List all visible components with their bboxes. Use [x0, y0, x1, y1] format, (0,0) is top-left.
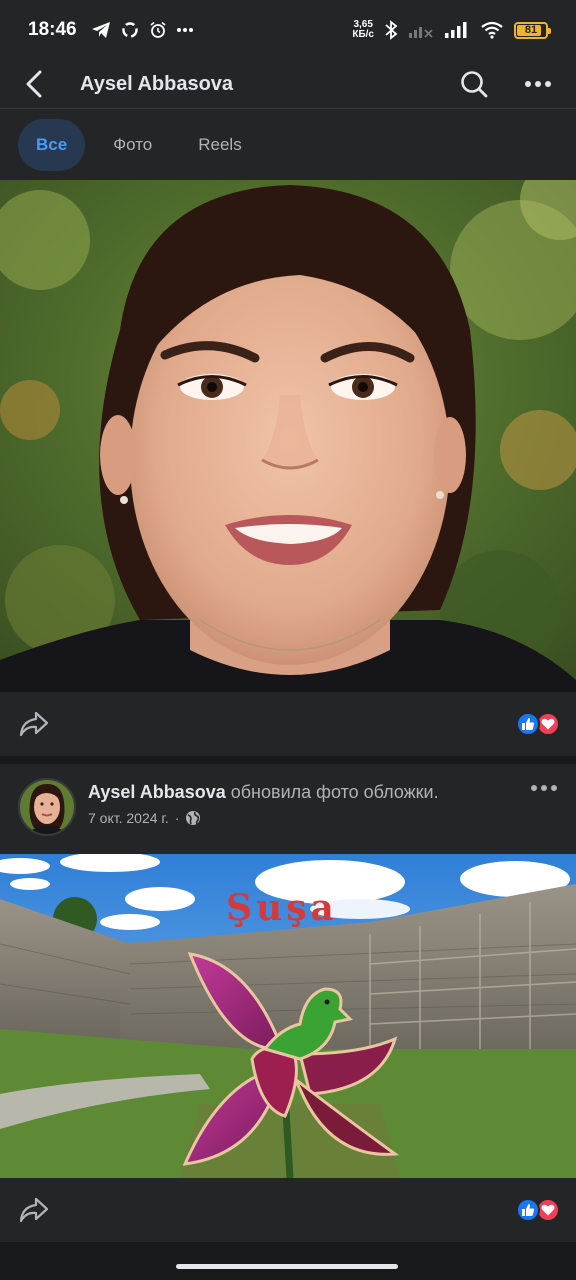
- filter-tabs: Все Фото Reels: [0, 108, 576, 180]
- battery-level: 81: [524, 24, 538, 36]
- bluetooth-icon: [385, 20, 398, 40]
- avatar[interactable]: [18, 778, 76, 836]
- signal-off-icon: [409, 27, 433, 38]
- tab-all[interactable]: Все: [18, 118, 86, 171]
- like-icon: [516, 1198, 540, 1222]
- page-title: Aysel Abbasova: [80, 72, 234, 95]
- signal-icon: [445, 22, 467, 38]
- sync-icon: [121, 22, 138, 38]
- post-author[interactable]: Aysel Abbasova: [88, 782, 226, 802]
- post-action-bar: [0, 1178, 576, 1242]
- cover-sign-text: Şuşa: [226, 887, 338, 929]
- post-more-button[interactable]: [528, 778, 560, 798]
- more-notifications-icon: [176, 28, 193, 32]
- network-speed-unit: КБ/с: [352, 29, 374, 40]
- search-button[interactable]: [448, 60, 500, 108]
- more-horizontal-icon: [531, 785, 557, 791]
- globe-icon: [186, 811, 201, 825]
- profile-photo[interactable]: [0, 180, 576, 692]
- post-action-text: обновила фото обложки.: [225, 782, 439, 802]
- alarm-icon: [150, 21, 166, 38]
- divider: [0, 756, 576, 764]
- status-time: 18:46: [28, 19, 77, 40]
- post-date[interactable]: 7 окт. 2024 г.: [88, 810, 169, 826]
- reactions-summary[interactable]: [516, 1198, 560, 1222]
- reactions-summary[interactable]: [516, 712, 560, 736]
- tab-photos[interactable]: Фото: [95, 119, 170, 171]
- post-meta: Aysel Abbasova обновила фото обложки. 7 …: [88, 782, 439, 854]
- post-separator: ·: [174, 810, 180, 826]
- back-button[interactable]: [2, 60, 66, 108]
- profile-photo-image: [0, 180, 576, 692]
- photo-action-bar: [0, 692, 576, 756]
- share-icon: [19, 1197, 49, 1223]
- status-notification-icons: [91, 20, 194, 40]
- telegram-icon: [91, 22, 110, 38]
- post-headline: Aysel Abbasova обновила фото обложки.: [88, 782, 439, 803]
- search-icon: [461, 71, 488, 98]
- chevron-left-icon: [26, 70, 42, 98]
- more-options-button[interactable]: [512, 60, 564, 108]
- network-speed: 3,65 КБ/с: [352, 20, 374, 40]
- cover-photo[interactable]: Şuşa: [0, 854, 576, 1178]
- post-subline: 7 окт. 2024 г. ·: [88, 810, 439, 826]
- tab-reels[interactable]: Reels: [180, 119, 259, 171]
- cover-photo-image: Şuşa: [0, 854, 576, 1178]
- battery-indicator: 81: [514, 21, 551, 39]
- wifi-icon: [481, 21, 503, 39]
- share-button[interactable]: [16, 706, 52, 742]
- like-icon: [516, 712, 540, 736]
- status-bar: 18:46 3,65 КБ/с 81: [0, 0, 576, 60]
- gesture-nav-handle[interactable]: [176, 1264, 398, 1269]
- app-bar: Aysel Abbasova: [0, 60, 576, 108]
- share-button[interactable]: [16, 1192, 52, 1228]
- more-horizontal-icon: [525, 81, 551, 87]
- status-system-icons: 3,65 КБ/с 81: [352, 20, 551, 40]
- share-icon: [19, 711, 49, 737]
- post-header: Aysel Abbasova обновила фото обложки. 7 …: [0, 764, 576, 854]
